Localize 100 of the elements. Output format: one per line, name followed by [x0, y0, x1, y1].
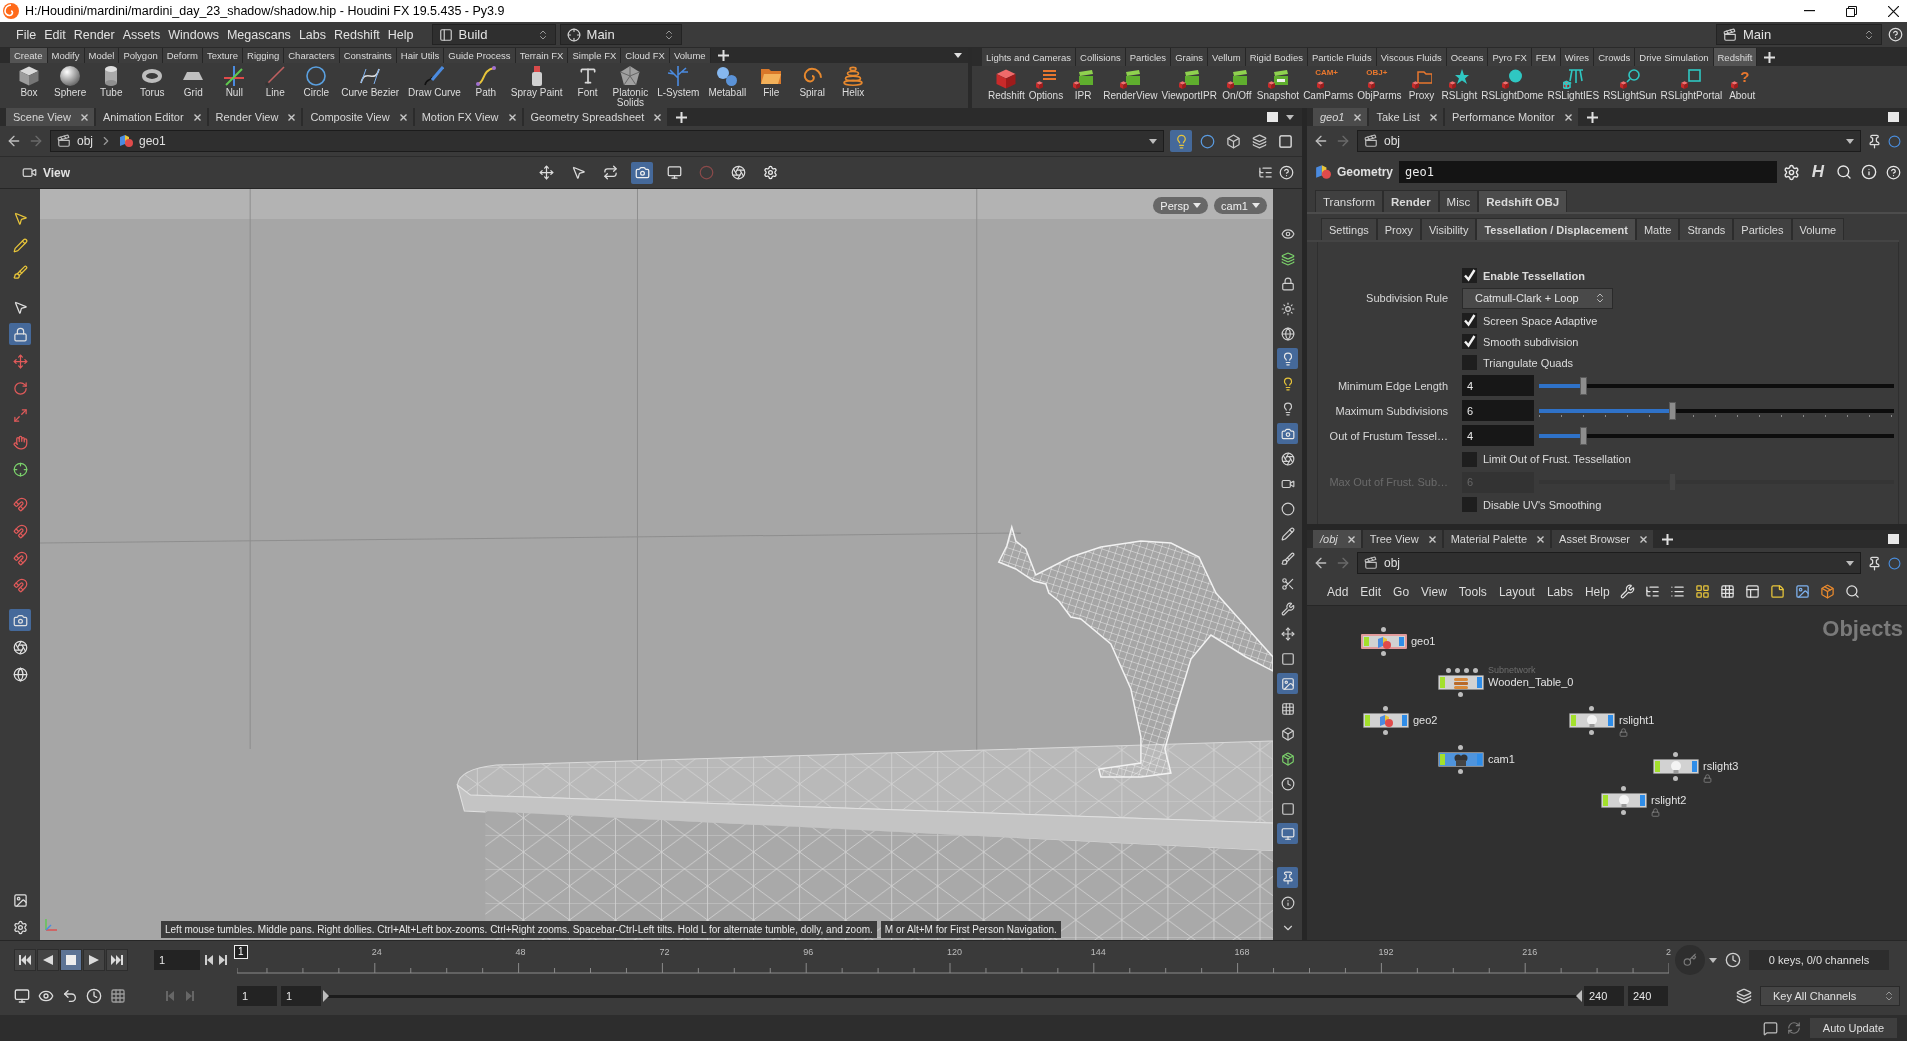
- shelf-tab[interactable]: Particle Fluids: [1307, 48, 1377, 66]
- shelf-tool-button[interactable]: Grid: [174, 66, 213, 98]
- play-reverse-button[interactable]: [37, 949, 59, 971]
- shelf-tab[interactable]: Crowds: [1594, 48, 1636, 66]
- shelf-tab[interactable]: Volume: [669, 48, 711, 63]
- pane-tab[interactable]: /obj: [1313, 530, 1363, 548]
- list-icon[interactable]: [1669, 584, 1685, 599]
- shelf-tool-button[interactable]: Circle: [297, 66, 336, 98]
- shelf-tool-button[interactable]: ViewportIPR: [1159, 69, 1219, 101]
- shelf-tab[interactable]: Texture: [202, 48, 244, 63]
- end-frame-field[interactable]: 240: [1584, 986, 1624, 1006]
- menu-item[interactable]: Edit: [40, 27, 70, 42]
- menu-item[interactable]: Edit: [1358, 584, 1384, 599]
- camera-icon[interactable]: [1454, 754, 1468, 766]
- eye-icon[interactable]: [38, 988, 54, 1004]
- path-bar[interactable]: obj: [1357, 130, 1861, 152]
- output-connector[interactable]: [1383, 730, 1388, 735]
- path-bar[interactable]: obj: [1357, 552, 1861, 574]
- checkbox[interactable]: [1462, 268, 1477, 283]
- key-icon[interactable]: [1683, 953, 1697, 967]
- shelf-tab[interactable]: Pyro FX: [1488, 48, 1532, 66]
- frame-field[interactable]: 1: [154, 950, 200, 970]
- line-icon[interactable]: [265, 66, 286, 86]
- square-icon[interactable]: [1681, 69, 1702, 89]
- shelf-tool-button[interactable]: File: [752, 66, 791, 98]
- shelf-tool-button[interactable]: Metaball: [705, 66, 750, 98]
- pane-tab[interactable]: Composite View: [303, 108, 415, 126]
- range-end-field[interactable]: 240: [1628, 986, 1668, 1006]
- help-icon[interactable]: [1279, 165, 1294, 180]
- shelf-tab[interactable]: Redshift: [1713, 48, 1758, 66]
- start-frame-field[interactable]: 1: [281, 986, 321, 1006]
- menu-item[interactable]: View: [1419, 584, 1449, 599]
- caret-icon[interactable]: [1193, 203, 1202, 208]
- shelf-tool-button[interactable]: RSLightDome: [1479, 69, 1546, 101]
- skip-back-icon[interactable]: [19, 955, 31, 965]
- output-connector[interactable]: [1621, 810, 1626, 815]
- search-icon[interactable]: [1844, 584, 1860, 599]
- shelf-tab[interactable]: Wires: [1560, 48, 1595, 66]
- context-dropdown[interactable]: Main: [559, 24, 682, 45]
- spiral-logo-icon[interactable]: [3, 3, 19, 19]
- step-back-icon[interactable]: [205, 955, 213, 965]
- folder-tab[interactable]: Matte: [1635, 218, 1680, 240]
- go-to-end-button[interactable]: [106, 949, 128, 971]
- pin-icon[interactable]: [1867, 555, 1882, 571]
- shelf-tab[interactable]: Model: [84, 48, 120, 63]
- menu-item[interactable]: Add: [1325, 584, 1351, 599]
- caret-icon[interactable]: [1709, 957, 1717, 963]
- back-arrow-icon[interactable]: [6, 133, 22, 149]
- plus-icon[interactable]: [717, 50, 729, 61]
- range-start-field[interactable]: 1: [237, 986, 277, 1006]
- pane-tab[interactable]: Material Palette: [1443, 530, 1553, 548]
- pin-icon[interactable]: [1867, 133, 1882, 149]
- layout-icon[interactable]: [1744, 584, 1760, 599]
- hscript-menu-button[interactable]: H: [1808, 162, 1827, 182]
- shelf-tool-button[interactable]: Tube: [92, 66, 131, 98]
- torus-icon[interactable]: [142, 66, 163, 86]
- number-field[interactable]: 6: [1462, 400, 1534, 421]
- timeline-ruler[interactable]: 1 24 48 72 96 120 144 168 192 216 2: [237, 945, 1669, 975]
- menu-item[interactable]: Layout: [1496, 584, 1537, 599]
- menu-item[interactable]: Render: [69, 27, 119, 42]
- shelf-tool-button[interactable]: IPR: [1065, 69, 1102, 101]
- shelf-tool-button[interactable]: RSLight: [1439, 69, 1480, 101]
- menu-item[interactable]: Labs: [294, 27, 330, 42]
- folder-tab[interactable]: Render: [1383, 190, 1439, 212]
- node-name-field[interactable]: geo1: [1399, 161, 1777, 183]
- search-icon[interactable]: [1836, 164, 1852, 180]
- shelf-tool-button[interactable]: CAM+ CamParms: [1301, 69, 1356, 101]
- key-button[interactable]: [1675, 945, 1705, 975]
- clapperboard-icon[interactable]: [1364, 556, 1378, 570]
- shelf-tool-button[interactable]: RSLightIES: [1545, 69, 1602, 101]
- shelf-tool-button[interactable]: Spiral: [793, 66, 832, 98]
- folder-icon[interactable]: [761, 66, 782, 86]
- shelf-tab[interactable]: Characters: [284, 48, 340, 63]
- range-handle[interactable]: [323, 990, 329, 1002]
- sphere-icon[interactable]: [60, 66, 81, 86]
- plus-icon[interactable]: [1662, 533, 1674, 545]
- clapperboard-icon[interactable]: [1226, 69, 1247, 89]
- undo-arrow-icon[interactable]: [62, 988, 78, 1004]
- pane-tab[interactable]: Asset Browser: [1552, 530, 1656, 548]
- shelf-tool-button[interactable]: L-System: [654, 66, 703, 98]
- stop-button[interactable]: [60, 949, 82, 971]
- shelf-tool-button[interactable]: Curve Bezier: [338, 66, 403, 98]
- close-icon[interactable]: [1888, 5, 1899, 17]
- caret-icon[interactable]: [1846, 138, 1854, 144]
- folder-tab[interactable]: Visibility: [1420, 218, 1477, 240]
- video-camera-icon[interactable]: [22, 165, 37, 180]
- menu-item[interactable]: Go: [1391, 584, 1412, 599]
- package-icon[interactable]: [1819, 584, 1835, 599]
- caret-icon[interactable]: [1286, 114, 1294, 120]
- path-segment[interactable]: obj: [1384, 556, 1400, 570]
- folder-tab[interactable]: Settings: [1321, 218, 1377, 240]
- shelf-tab[interactable]: Cloud FX: [621, 48, 670, 63]
- clapperboard-icon[interactable]: [57, 134, 71, 148]
- menu-item[interactable]: Windows: [164, 27, 223, 42]
- cube-icon[interactable]: [19, 66, 39, 86]
- output-connector[interactable]: [1589, 730, 1594, 735]
- back-arrow-icon[interactable]: [1313, 555, 1329, 571]
- desktop-dropdown[interactable]: Build: [431, 24, 556, 45]
- dropdown-menu[interactable]: Catmull-Clark + Loop: [1462, 287, 1613, 309]
- path-segment[interactable]: obj: [77, 134, 93, 148]
